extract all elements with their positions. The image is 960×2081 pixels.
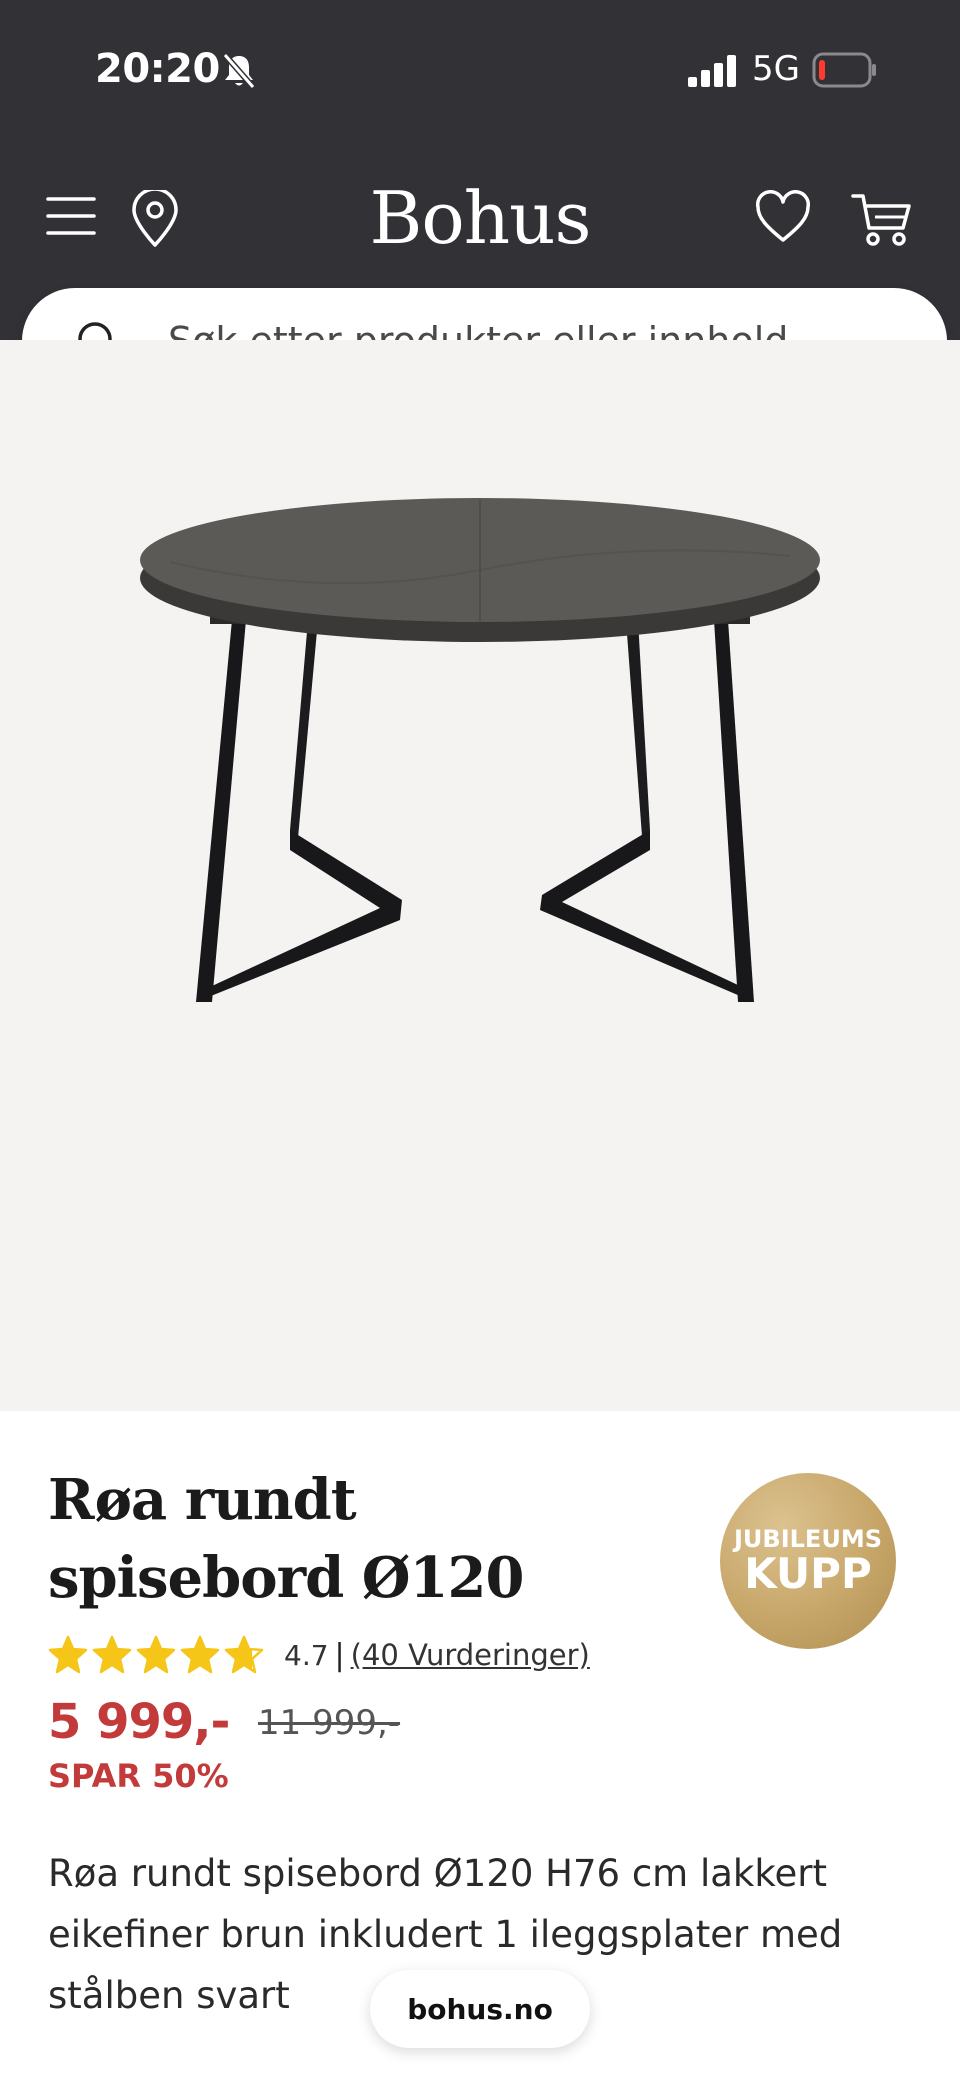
location-pin-icon[interactable] (130, 190, 180, 248)
battery-icon (812, 52, 876, 88)
current-price: 5 999,- (48, 1694, 230, 1750)
jubileums-kupp-badge: JUBILEUMS KUPP (720, 1473, 896, 1649)
star-icon (180, 1635, 220, 1674)
rating-separator: | (334, 1637, 345, 1673)
menu-icon[interactable] (46, 193, 96, 239)
original-price: 11 999,- (258, 1703, 401, 1743)
bell-muted-icon (222, 53, 256, 89)
browser-url-bar[interactable]: bohus.no (370, 1970, 590, 2048)
saving-label: SPAR 50% (48, 1757, 229, 1795)
star-icon (48, 1635, 88, 1674)
star-icon (92, 1635, 132, 1674)
product-title: Røa rundt spisebord Ø120 (48, 1467, 524, 1611)
product-rating: 4.7 | (40 Vurderinger) (48, 1633, 590, 1677)
reviews-link[interactable]: (40 Vurderinger) (351, 1638, 590, 1672)
star-icon (136, 1635, 176, 1674)
star-icon (224, 1635, 264, 1674)
status-time: 20:20 (95, 46, 220, 92)
cart-icon[interactable] (851, 190, 913, 248)
badge-bottom-text: KUPP (744, 1549, 872, 1598)
signal-icon (688, 55, 736, 87)
product-image[interactable] (130, 490, 830, 1030)
rating-value: 4.7 (284, 1638, 329, 1672)
product-gallery (0, 340, 960, 1697)
bohus-logo[interactable]: Bohus (330, 176, 630, 260)
heart-icon[interactable] (755, 190, 811, 246)
rating-stars (48, 1635, 264, 1675)
network-label: 5G (752, 49, 800, 89)
